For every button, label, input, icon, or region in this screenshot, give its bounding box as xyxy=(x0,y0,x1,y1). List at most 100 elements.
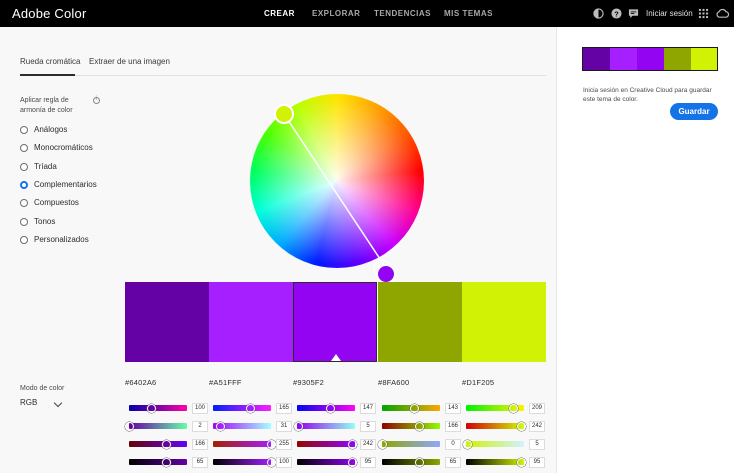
wheel-handle-9305f2[interactable] xyxy=(376,264,396,284)
radio-icon[interactable] xyxy=(20,236,28,244)
slider-blue-3[interactable] xyxy=(297,441,355,447)
rule-label: Compuestos xyxy=(34,198,79,207)
signin-link[interactable]: Iniciar sesión xyxy=(646,9,693,18)
slider-blue-5[interactable] xyxy=(466,441,524,447)
rule-label: Monocromáticos xyxy=(34,143,93,152)
slider-value-input[interactable]: 255 xyxy=(276,438,292,450)
top-navigation-bar: Adobe Color CREAR EXPLORAR TENDENCIAS MI… xyxy=(0,0,734,27)
slider-blue-2[interactable] xyxy=(213,441,271,447)
radio-checked-icon[interactable] xyxy=(20,181,28,189)
slider-brightness-3[interactable] xyxy=(297,459,355,465)
slider-handle[interactable] xyxy=(266,457,276,467)
slider-handle[interactable] xyxy=(347,439,357,449)
slider-handle[interactable] xyxy=(266,439,276,449)
slider-value-input[interactable]: 166 xyxy=(445,420,461,432)
help-icon[interactable]: ? xyxy=(611,8,622,19)
slider-handle[interactable] xyxy=(293,421,303,431)
slider-value-input[interactable]: 143 xyxy=(445,402,461,414)
slider-brightness-4[interactable] xyxy=(382,459,440,465)
hex-value-2[interactable]: #A51FFF xyxy=(209,378,242,387)
tab-rueda-cromatica[interactable]: Rueda cromática xyxy=(20,57,80,66)
slider-handle[interactable] xyxy=(377,439,387,449)
swatch-2[interactable] xyxy=(209,282,293,362)
swatch-4[interactable] xyxy=(378,282,462,362)
hex-value-4[interactable]: #8FA600 xyxy=(378,378,409,387)
info-icon[interactable] xyxy=(93,96,100,104)
slider-value-input[interactable]: 5 xyxy=(360,420,376,432)
slider-handle[interactable] xyxy=(325,403,335,413)
hex-value-1[interactable]: #6402A6 xyxy=(125,378,156,387)
slider-value-input[interactable]: 65 xyxy=(445,456,461,468)
slider-green-1[interactable] xyxy=(129,423,187,429)
slider-handle[interactable] xyxy=(415,421,425,431)
slider-handle[interactable] xyxy=(509,403,519,413)
slider-handle[interactable] xyxy=(462,439,472,449)
slider-value-input[interactable]: 100 xyxy=(192,402,208,414)
rule-label: Tríada xyxy=(34,162,57,171)
slider-red-2[interactable] xyxy=(213,405,271,411)
slider-green-3[interactable] xyxy=(297,423,355,429)
slider-handle[interactable] xyxy=(162,457,172,467)
slider-handle[interactable] xyxy=(124,421,134,431)
slider-value-input[interactable]: 65 xyxy=(192,456,208,468)
slider-green-4[interactable] xyxy=(382,423,440,429)
slider-handle[interactable] xyxy=(215,421,225,431)
slider-value-input[interactable]: 2 xyxy=(192,420,208,432)
slider-handle[interactable] xyxy=(516,421,526,431)
slider-value-input[interactable]: 5 xyxy=(529,438,545,450)
slider-value-input[interactable]: 166 xyxy=(192,438,208,450)
tab-extraer-imagen[interactable]: Extraer de una imagen xyxy=(89,57,170,66)
chevron-down-icon xyxy=(53,398,63,408)
wheel-handle-d1f205[interactable] xyxy=(274,104,294,124)
tab-divider xyxy=(20,75,546,76)
swatch-1[interactable] xyxy=(125,282,209,362)
slider-handle[interactable] xyxy=(516,457,526,467)
radio-icon[interactable] xyxy=(20,126,28,134)
slider-handle[interactable] xyxy=(410,403,420,413)
nav-tendencias[interactable]: TENDENCIAS xyxy=(374,9,431,18)
slider-value-input[interactable]: 0 xyxy=(445,438,461,450)
radio-icon[interactable] xyxy=(20,144,28,152)
slider-blue-4[interactable] xyxy=(382,441,440,447)
nav-explorar[interactable]: EXPLORAR xyxy=(312,9,360,18)
radio-icon[interactable] xyxy=(20,199,28,207)
slider-red-1[interactable] xyxy=(129,405,187,411)
creative-cloud-icon[interactable] xyxy=(716,8,729,19)
slider-value-input[interactable]: 242 xyxy=(360,438,376,450)
hex-value-5[interactable]: #D1F205 xyxy=(462,378,494,387)
slider-handle[interactable] xyxy=(347,457,357,467)
slider-handle[interactable] xyxy=(147,403,157,413)
nav-mis-temas[interactable]: MIS TEMAS xyxy=(444,9,493,18)
slider-value-input[interactable]: 147 xyxy=(360,402,376,414)
swatch-3[interactable] xyxy=(293,282,377,362)
slider-value-input[interactable]: 242 xyxy=(529,420,545,432)
slider-value-input[interactable]: 165 xyxy=(276,402,292,414)
slider-handle[interactable] xyxy=(415,457,425,467)
slider-brightness-5[interactable] xyxy=(466,459,524,465)
slider-value-input[interactable]: 95 xyxy=(360,456,376,468)
color-wheel-handles[interactable] xyxy=(250,94,424,284)
slider-blue-1[interactable] xyxy=(129,441,187,447)
swatch-5[interactable] xyxy=(462,282,546,362)
hex-value-3[interactable]: #9305F2 xyxy=(293,378,324,387)
slider-green-5[interactable] xyxy=(466,423,524,429)
slider-handle[interactable] xyxy=(162,439,172,449)
radio-icon[interactable] xyxy=(20,218,28,226)
comment-icon[interactable] xyxy=(628,8,639,19)
svg-text:?: ? xyxy=(614,9,619,18)
slider-brightness-2[interactable] xyxy=(213,459,271,465)
slider-brightness-1[interactable] xyxy=(129,459,187,465)
apps-grid-icon[interactable] xyxy=(698,8,709,19)
active-tab-indicator xyxy=(20,74,75,76)
slider-value-input[interactable]: 100 xyxy=(276,456,292,468)
slider-value-input[interactable]: 209 xyxy=(529,402,545,414)
brand-logo[interactable]: Adobe Color xyxy=(12,6,86,21)
slider-value-input[interactable]: 95 xyxy=(529,456,545,468)
slider-value-input[interactable]: 31 xyxy=(276,420,292,432)
save-button[interactable]: Guardar xyxy=(670,103,718,120)
slider-handle[interactable] xyxy=(246,403,256,413)
nav-crear[interactable]: CREAR xyxy=(264,9,295,18)
contrast-icon[interactable] xyxy=(593,8,604,19)
color-mode-select[interactable]: RGB xyxy=(20,398,64,410)
radio-icon[interactable] xyxy=(20,163,28,171)
